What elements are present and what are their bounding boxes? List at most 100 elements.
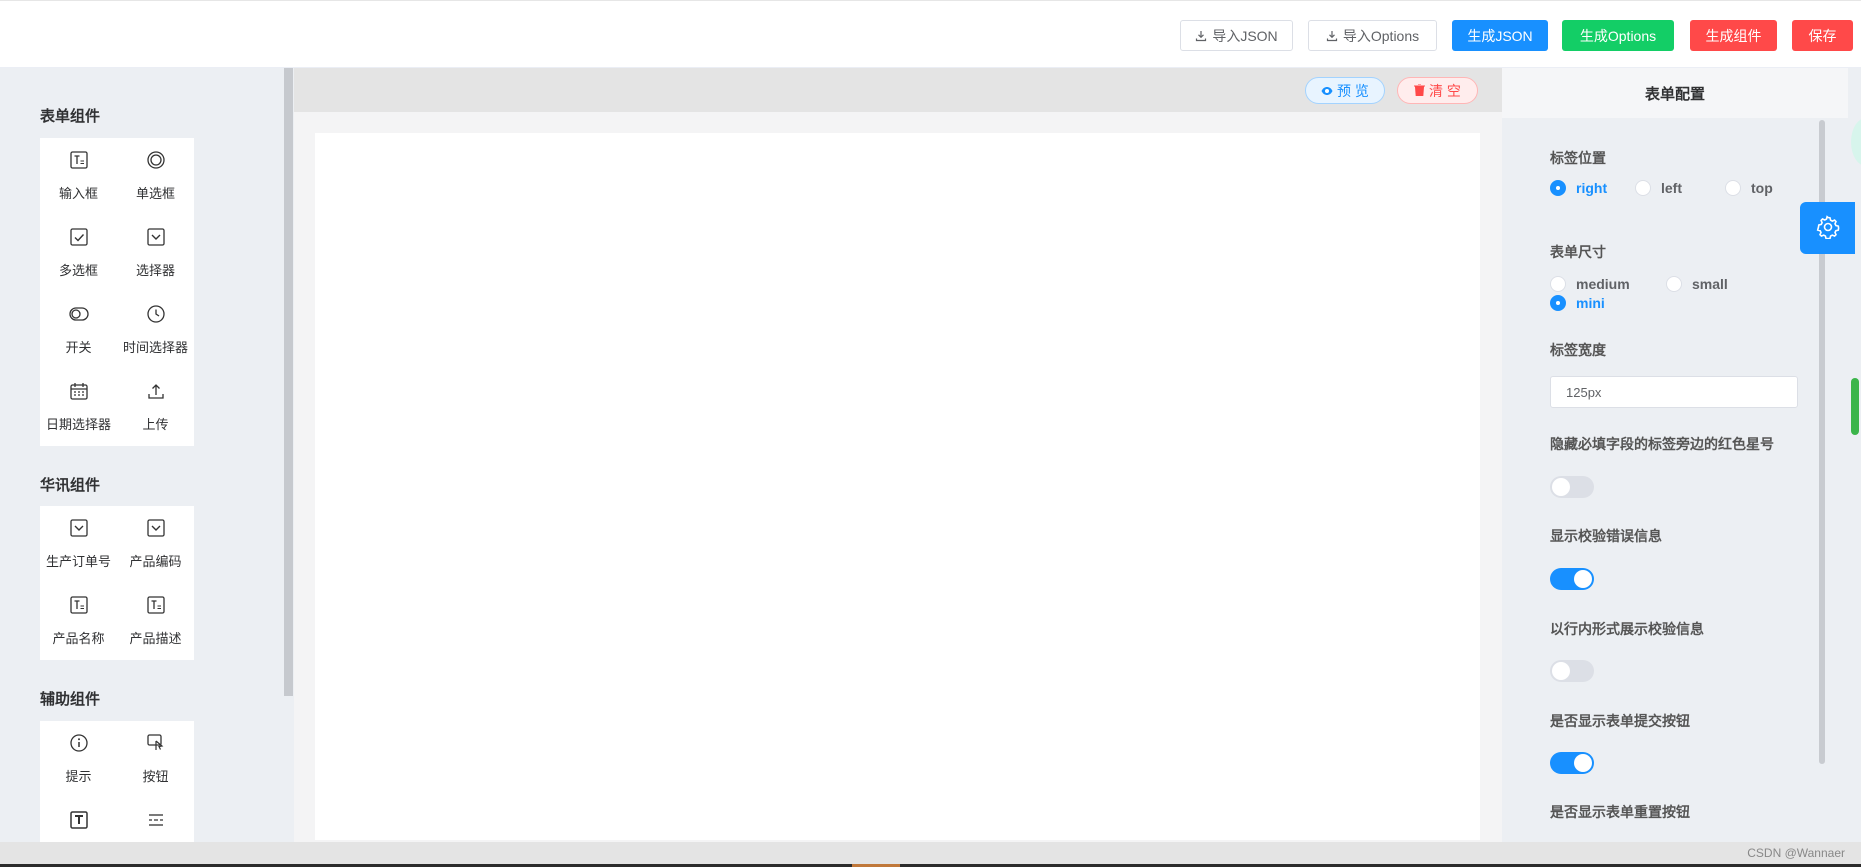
form-size-small[interactable]: small (1666, 276, 1728, 292)
component-label: 上传 (142, 417, 169, 432)
clear-label: 清 空 (1429, 82, 1461, 99)
component-item-product-desc[interactable]: 产品描述 (117, 583, 194, 660)
radio-dot (1550, 180, 1566, 196)
designer-toolbar: 预 览 清 空 (294, 68, 1502, 112)
show-submit-switch[interactable] (1550, 752, 1594, 774)
component-label: 按钮 (142, 769, 169, 784)
component-label: 输入框 (58, 186, 98, 201)
divider-icon (146, 810, 166, 830)
component-label: 选择器 (135, 263, 175, 278)
show-error-switch[interactable] (1550, 568, 1594, 590)
component-item-radio[interactable]: 单选框 (117, 138, 194, 215)
radio-label: small (1692, 276, 1728, 292)
save-button[interactable]: 保存 (1792, 20, 1853, 51)
component-item-select[interactable]: 选择器 (117, 215, 194, 292)
radio-dot (1725, 180, 1741, 196)
radio-dot (1550, 295, 1566, 311)
calendar-icon (69, 381, 89, 401)
designer-area: 预 览 清 空 (294, 68, 1502, 842)
preview-button[interactable]: 预 览 (1305, 77, 1385, 104)
form-canvas[interactable] (315, 133, 1480, 840)
component-item-product-name[interactable]: 产品名称 (40, 583, 117, 660)
import-json-label: 导入JSON (1212, 27, 1278, 44)
generate-component-label: 生成组件 (1705, 27, 1762, 44)
settings-toggle-button[interactable] (1800, 202, 1855, 254)
hide-asterisk-switch[interactable] (1550, 476, 1594, 498)
import-options-label: 导入Options (1342, 27, 1420, 44)
show-reset-label: 是否显示表单重置按钮 (1550, 804, 1690, 820)
preview-label: 预 览 (1337, 82, 1369, 99)
component-item-input[interactable]: 输入框 (40, 138, 117, 215)
save-label: 保存 (1808, 27, 1837, 44)
form-components-box: 输入框 单选框 多选框 选择器 开关 时间选择器 日期选择器 上传 (40, 138, 194, 446)
component-item-checkbox[interactable]: 多选框 (40, 215, 117, 292)
component-label: 产品描述 (129, 631, 182, 646)
label-width-input[interactable]: 125px (1550, 376, 1798, 408)
component-item-upload[interactable]: 上传 (117, 369, 194, 446)
huaxun-components-box: 生产订单号 产品编码 产品名称 产品描述 (40, 506, 194, 660)
component-item-switch[interactable]: 开关 (40, 292, 117, 369)
top-toolbar: 导入JSON 导入Options 生成JSON 生成Options 生成组件 保… (0, 0, 1861, 68)
component-item-button[interactable]: 按钮 (117, 721, 194, 798)
show-error-label: 显示校验错误信息 (1550, 528, 1662, 544)
import-options-button[interactable]: 导入Options (1308, 20, 1437, 51)
switch-knob (1552, 662, 1570, 680)
component-item-date-picker[interactable]: 日期选择器 (40, 369, 117, 446)
radio-icon (146, 150, 166, 170)
clear-button[interactable]: 清 空 (1397, 77, 1478, 104)
gear-icon (1816, 214, 1840, 242)
clock-icon (146, 304, 166, 324)
component-item-product-code[interactable]: 产品编码 (117, 506, 194, 583)
select-icon (146, 518, 166, 538)
label-width-label: 标签宽度 (1550, 342, 1606, 358)
config-title: 表单配置 (1502, 68, 1848, 118)
left-scrollbar[interactable] (284, 68, 293, 696)
component-item-tip[interactable]: 提示 (40, 721, 117, 798)
component-label: 开关 (65, 340, 92, 355)
button-icon (146, 733, 166, 753)
component-item-divider[interactable] (117, 798, 194, 842)
component-label: 产品编码 (129, 554, 182, 569)
show-submit-label: 是否显示表单提交按钮 (1550, 713, 1690, 729)
bottom-bar: CSDN @Wannaer (0, 842, 1861, 867)
component-item-production-order[interactable]: 生产订单号 (40, 506, 117, 583)
component-label: 单选框 (135, 186, 175, 201)
form-size-medium[interactable]: medium (1550, 276, 1630, 292)
inline-error-switch[interactable] (1550, 660, 1594, 682)
download-icon (1195, 30, 1207, 42)
switch-knob (1574, 754, 1592, 772)
label-position-right[interactable]: right (1550, 180, 1607, 196)
edge-indicator (1851, 378, 1859, 435)
text-input-icon (146, 595, 166, 615)
generate-json-button[interactable]: 生成JSON (1452, 20, 1548, 51)
label-position-top[interactable]: top (1725, 180, 1773, 196)
hide-asterisk-label: 隐藏必填字段的标签旁边的红色星号 (1550, 436, 1774, 452)
config-panel: 表单配置 标签位置 right left top 表单尺寸 medium sma… (1502, 68, 1861, 842)
import-json-button[interactable]: 导入JSON (1180, 20, 1293, 51)
generate-json-label: 生成JSON (1467, 27, 1533, 44)
switch-icon (68, 304, 89, 324)
radio-label: top (1751, 180, 1773, 196)
radio-label: right (1576, 180, 1608, 196)
switch-knob (1552, 478, 1570, 496)
component-label: 多选框 (58, 263, 98, 278)
group-title-form: 表单组件 (40, 108, 101, 125)
form-size-mini[interactable]: mini (1550, 295, 1605, 311)
select-icon (69, 518, 89, 538)
generate-component-button[interactable]: 生成组件 (1690, 20, 1777, 51)
component-label: 时间选择器 (122, 340, 188, 355)
component-label: 提示 (65, 769, 92, 784)
download-icon (1326, 30, 1338, 42)
radio-label: medium (1576, 276, 1630, 292)
form-size-label: 表单尺寸 (1550, 244, 1606, 260)
generate-options-label: 生成Options (1579, 27, 1657, 44)
radio-dot (1635, 180, 1651, 196)
component-label: 生产订单号 (45, 554, 111, 569)
radio-dot (1666, 276, 1682, 292)
info-icon (69, 733, 89, 753)
group-title-huaxun: 华讯组件 (40, 477, 101, 494)
generate-options-button[interactable]: 生成Options (1562, 20, 1674, 51)
component-item-text[interactable] (40, 798, 117, 842)
label-position-left[interactable]: left (1635, 180, 1682, 196)
component-item-time-picker[interactable]: 时间选择器 (117, 292, 194, 369)
